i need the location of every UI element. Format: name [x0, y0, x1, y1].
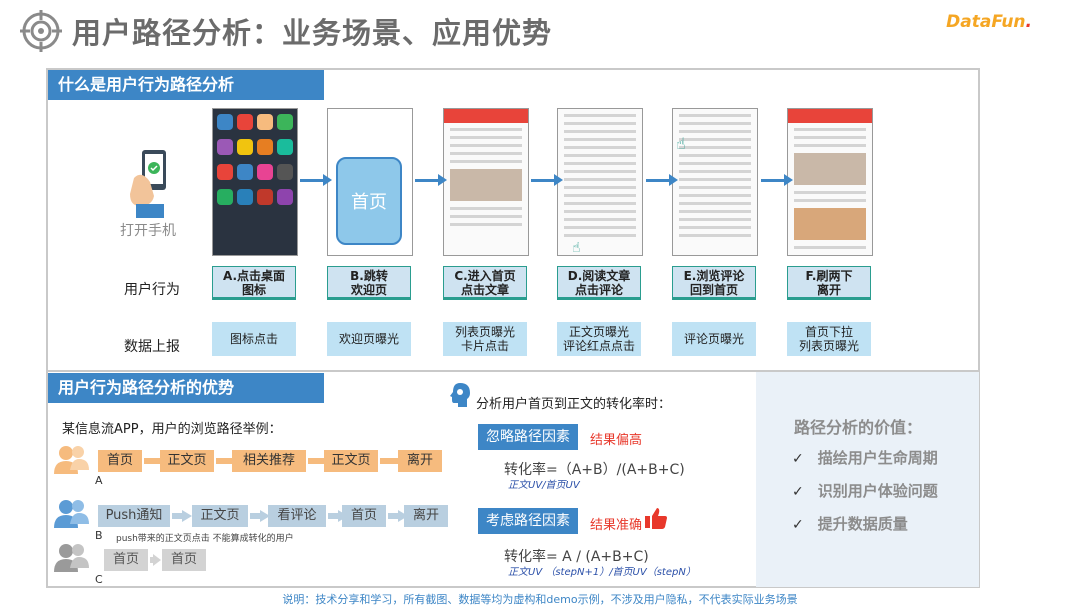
head-gears-icon	[449, 382, 471, 408]
report-box-d: 正文页曝光 评论红点点击	[557, 322, 641, 356]
step-box-e: E.浏览评论 回到首页	[672, 266, 756, 300]
step-box-d: D.阅读文章 点击评论	[557, 266, 641, 300]
path-b-node: 离开	[404, 505, 448, 527]
path-a-node: 正文页	[160, 450, 214, 472]
phone-screen-desktop	[212, 108, 298, 256]
open-phone-label: 打开手机	[120, 223, 176, 239]
formula-1-sub: 正文UV/首页UV	[508, 480, 580, 491]
tap-hand-icon-2: ☝	[676, 134, 686, 153]
step-box-c: C.进入首页 点击文章	[443, 266, 527, 300]
check-icon: ✓	[792, 451, 804, 467]
flow-arrow	[646, 174, 678, 186]
path-b-note: push带来的正文页点击 不能算成转化的用户	[116, 534, 294, 544]
home-page-box: 首页	[336, 157, 402, 245]
phone-screen-welcome: 首页	[327, 108, 413, 256]
path-c-node: 首页	[104, 549, 148, 571]
report-box-b: 欢迎页曝光	[327, 322, 411, 356]
logo-text: DataFun	[946, 12, 1026, 32]
report-box-f: 首页下拉 列表页曝光	[787, 322, 871, 356]
section1-title: 什么是用户行为路径分析	[48, 70, 324, 100]
user-icon-orange	[52, 444, 90, 474]
path-b-node: Push通知	[98, 505, 170, 527]
path-a-node: 相关推荐	[232, 450, 306, 472]
section2-title: 用户行为路径分析的优势	[48, 373, 324, 403]
thumbs-up-icon	[644, 506, 668, 530]
step-box-f: F.刷两下 离开	[787, 266, 871, 300]
path-c-node: 首页	[162, 549, 206, 571]
path-b-label: B	[95, 529, 103, 542]
path-b-node: 首页	[342, 505, 386, 527]
formula-2-sub: 正文UV （stepN+1）/首页UV（stepN）	[508, 567, 696, 578]
target-icon	[20, 10, 62, 52]
phone-screen-article	[557, 108, 643, 256]
check-icon: ✓	[792, 517, 804, 533]
path-c-label: C	[95, 573, 103, 586]
page-title: 用户路径分析：业务场景、应用优势	[72, 16, 553, 50]
report-box-c: 列表页曝光 卡片点击	[443, 322, 527, 356]
value-title: 路径分析的价值：	[794, 418, 923, 437]
ignore-path-tag: 忽略路径因素	[478, 424, 578, 450]
value-item: ✓ 识别用户体验问题	[792, 482, 938, 500]
value-item: ✓ 描绘用户生命周期	[792, 449, 938, 467]
footer-note: 说明：技术分享和学习，所有截图、数据等均为虚构和demo示例，不涉及用户隐私，不…	[282, 593, 798, 606]
report-box-e: 评论页曝光	[672, 322, 756, 356]
check-icon: ✓	[792, 484, 804, 500]
path-b-node: 正文页	[192, 505, 248, 527]
path-a-node: 正文页	[324, 450, 378, 472]
consider-result: 结果准确	[590, 518, 643, 533]
example-intro: 某信息流APP，用户的浏览路径举例：	[62, 422, 282, 437]
path-a-node: 首页	[98, 450, 142, 472]
flow-arrow	[300, 174, 332, 186]
value-item: ✓ 提升数据质量	[792, 515, 908, 533]
phone-screen-feed	[443, 108, 529, 256]
user-icon-blue	[52, 498, 90, 528]
datafun-logo: DataFun.	[946, 12, 1032, 32]
path-a-label: A	[95, 474, 103, 487]
logo-dot: .	[1025, 12, 1032, 32]
user-icon-gray	[52, 542, 90, 572]
row-label-report: 数据上报	[124, 339, 180, 355]
row-label-behavior: 用户行为	[124, 282, 180, 298]
path-a-node: 离开	[398, 450, 442, 472]
step-box-b: B.跳转 欢迎页	[327, 266, 411, 300]
phone-screen-home-refresh	[787, 108, 873, 256]
analysis-title: 分析用户首页到正文的转化率时：	[476, 397, 672, 412]
hand-phone-icon	[124, 148, 184, 218]
flow-arrow	[415, 174, 447, 186]
tap-hand-icon: ☝	[572, 240, 581, 256]
flow-arrow	[761, 174, 793, 186]
flow-arrow	[531, 174, 563, 186]
step-box-a: A.点击桌面 图标	[212, 266, 296, 300]
ignore-result: 结果偏高	[590, 433, 643, 448]
path-b-node: 看评论	[268, 505, 326, 527]
phone-screen-comments	[672, 108, 758, 256]
consider-path-tag: 考虑路径因素	[478, 508, 578, 534]
report-box-a: 图标点击	[212, 322, 296, 356]
